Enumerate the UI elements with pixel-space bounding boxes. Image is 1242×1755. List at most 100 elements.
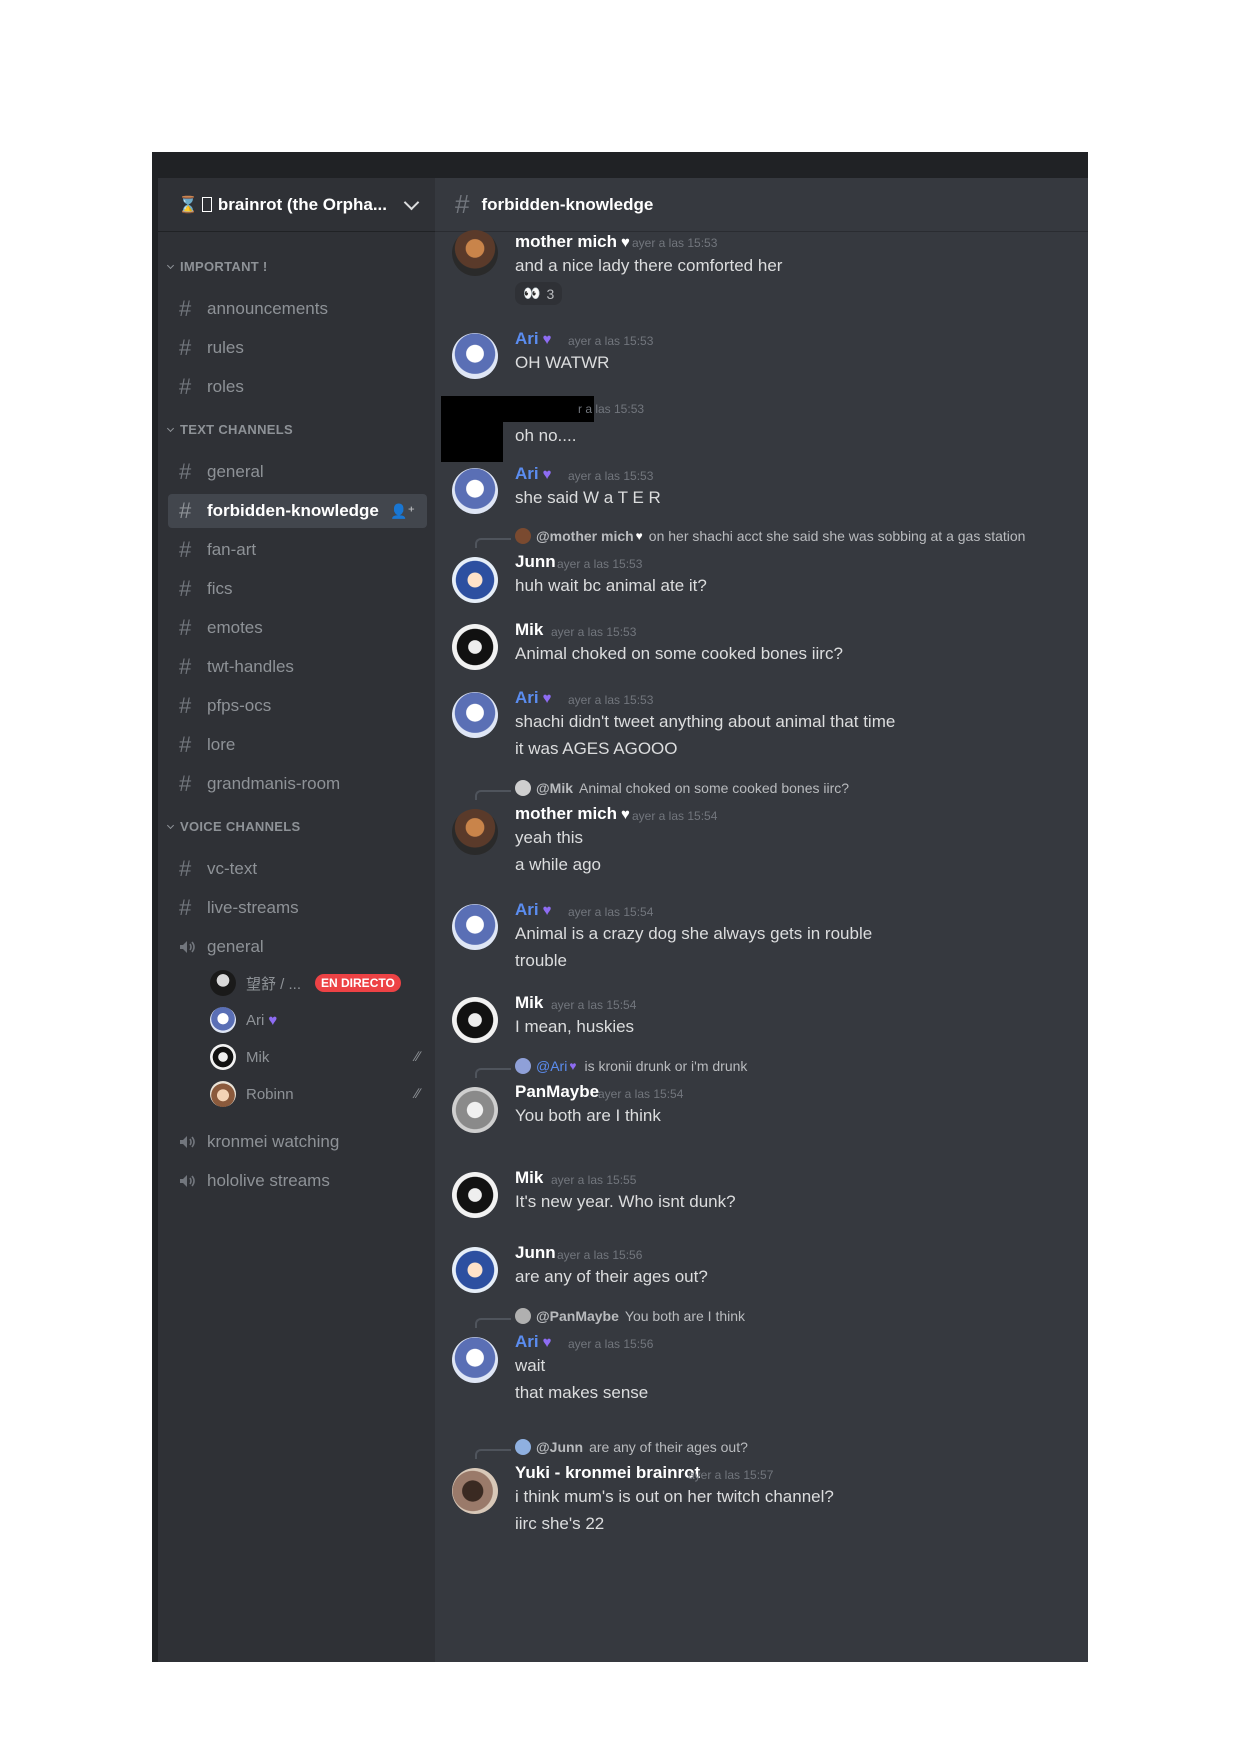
avatar[interactable]	[452, 1247, 498, 1293]
channel-label: general	[207, 937, 264, 956]
avatar[interactable]	[452, 333, 498, 379]
voice-channel-general[interactable]: general	[168, 930, 427, 964]
voice-user[interactable]: 望舒 / ... EN DIRECTO	[210, 968, 420, 998]
reply-spine	[475, 1318, 511, 1328]
message-author[interactable]: Mik	[515, 620, 543, 640]
message-author[interactable]: Yuki - kronmei brainrot	[515, 1463, 700, 1483]
avatar[interactable]	[452, 1087, 498, 1133]
channel-label: hololive streams	[207, 1171, 330, 1190]
channel-label: vc-text	[207, 859, 258, 878]
channel-fics[interactable]: # fics	[168, 572, 427, 606]
channel-announcements[interactable]: # announcements	[168, 292, 427, 326]
reply-preview[interactable]: @Ari ♥ is kronii drunk or i'm drunk	[515, 1058, 747, 1074]
channel-live-streams[interactable]: # live-streams	[168, 891, 427, 925]
message-author[interactable]: mother mich ♥	[515, 232, 630, 252]
voice-channel-hololive-streams[interactable]: hololive streams	[168, 1164, 427, 1198]
hash-icon: #	[179, 576, 192, 601]
channel-vc-text[interactable]: # vc-text	[168, 852, 427, 886]
message-author[interactable]: mother mich ♥	[515, 804, 630, 824]
timestamp: ayer a las 15:53	[568, 334, 654, 348]
server-name: brainrot (the Orpha...	[217, 194, 387, 214]
reply-user: @Mik	[536, 780, 573, 796]
message-text: are any of their ages out?	[515, 1267, 708, 1286]
message-author[interactable]: Ari ♥	[515, 464, 552, 484]
message-text: it was AGES AGOOO	[515, 739, 678, 758]
hash-icon: #	[179, 459, 192, 484]
chevron-down-icon[interactable]	[403, 194, 420, 211]
avatar[interactable]	[452, 557, 498, 603]
reply-user: @mother mich	[536, 528, 634, 544]
message-author[interactable]: Junn	[515, 1243, 556, 1263]
voice-user[interactable]: Mik ∕∕	[210, 1042, 420, 1072]
channel-general[interactable]: # general	[168, 455, 427, 489]
message-text: huh wait bc animal ate it?	[515, 576, 707, 595]
message-author[interactable]: PanMaybe	[515, 1082, 599, 1102]
avatar[interactable]	[452, 904, 498, 950]
reply-preview[interactable]: @PanMaybe You both are I think	[515, 1308, 745, 1324]
avatar[interactable]	[452, 1468, 498, 1514]
category-important[interactable]: IMPORTANT !	[166, 259, 268, 274]
avatar[interactable]	[452, 230, 498, 276]
speaker-icon	[180, 1175, 195, 1187]
message-author[interactable]: Mik	[515, 1168, 543, 1188]
channel-label: fics	[207, 579, 233, 598]
timestamp: ayer a las 15:53	[568, 469, 654, 483]
avatar[interactable]	[452, 997, 498, 1043]
voice-user[interactable]: Ari ♥	[210, 1005, 420, 1035]
message-text: trouble	[515, 951, 567, 970]
message-text: OH WATWR	[515, 353, 610, 372]
avatar[interactable]	[452, 1337, 498, 1383]
redaction-block	[441, 422, 503, 462]
voice-user[interactable]: Robinn ∕∕	[210, 1079, 420, 1109]
voice-channel-kronmei-watching[interactable]: kronmei watching	[168, 1125, 427, 1159]
channel-label: kronmei watching	[207, 1132, 340, 1151]
channel-roles[interactable]: # roles	[168, 370, 427, 404]
message-text: Animal is a crazy dog she always gets in…	[515, 924, 873, 943]
channel-grandmanis-room[interactable]: # grandmanis-room	[168, 767, 427, 801]
message-author[interactable]: Ari ♥	[515, 900, 552, 920]
caret-icon	[166, 821, 175, 829]
message-author[interactable]: Mik	[515, 993, 543, 1013]
reaction-count: 3	[546, 285, 555, 302]
message-author[interactable]: Ari ♥	[515, 1332, 552, 1352]
reply-text: are any of their ages out?	[589, 1439, 748, 1455]
channel-twt-handles[interactable]: # twt-handles	[168, 650, 427, 684]
hash-icon: #	[179, 693, 192, 718]
server-header[interactable]: ⌛ brainrot (the Orpha...	[158, 178, 435, 232]
channel-lore[interactable]: # lore	[168, 728, 427, 762]
heart-icon: ♥	[542, 1334, 552, 1351]
reply-preview[interactable]: @Mik Animal choked on some cooked bones i…	[515, 780, 849, 796]
message-author[interactable]: Ari ♥	[515, 688, 552, 708]
reply-text: is kronii drunk or i'm drunk	[584, 1058, 748, 1074]
add-member-icon[interactable]: 👤⁺	[390, 503, 415, 520]
avatar[interactable]	[452, 809, 498, 855]
heart-icon: ♥	[635, 529, 643, 543]
category-text-channels[interactable]: TEXT CHANNELS	[166, 422, 293, 437]
avatar[interactable]	[452, 468, 498, 514]
channel-label: lore	[207, 735, 236, 754]
reaction[interactable]: 👀 3	[515, 282, 563, 305]
channel-pfps-ocs[interactable]: # pfps-ocs	[168, 689, 427, 723]
channel-fan-art[interactable]: # fan-art	[168, 533, 427, 567]
reply-preview[interactable]: @mother mich ♥ on her shachi acct she said…	[515, 528, 1025, 544]
channel-rules[interactable]: # rules	[168, 331, 427, 365]
message-author[interactable]: Ari ♥	[515, 329, 552, 349]
heart-icon: ♥	[621, 806, 630, 823]
timestamp: ayer a las 15:56	[568, 1337, 654, 1351]
reply-preview[interactable]: @Junn are any of their ages out?	[515, 1439, 748, 1455]
message-author[interactable]: Junn	[515, 552, 556, 572]
channel-emotes[interactable]: # emotes	[168, 611, 427, 645]
avatar[interactable]	[452, 624, 498, 670]
voice-user-name: Robinn	[246, 1085, 294, 1103]
avatar	[210, 970, 236, 996]
message-text: i think mum's is out on her twitch chann…	[515, 1487, 834, 1506]
category-voice-channels[interactable]: VOICE CHANNELS	[166, 819, 301, 834]
avatar[interactable]	[452, 1172, 498, 1218]
channel-label: roles	[207, 377, 244, 396]
avatar[interactable]	[452, 692, 498, 738]
mic-muted-icon: ∕∕	[415, 1048, 420, 1064]
speaker-icon	[180, 1136, 195, 1148]
hash-icon: #	[179, 615, 192, 640]
caret-icon	[166, 261, 175, 269]
channel-forbidden-knowledge[interactable]: # forbidden-knowledge 👤⁺	[168, 494, 427, 528]
